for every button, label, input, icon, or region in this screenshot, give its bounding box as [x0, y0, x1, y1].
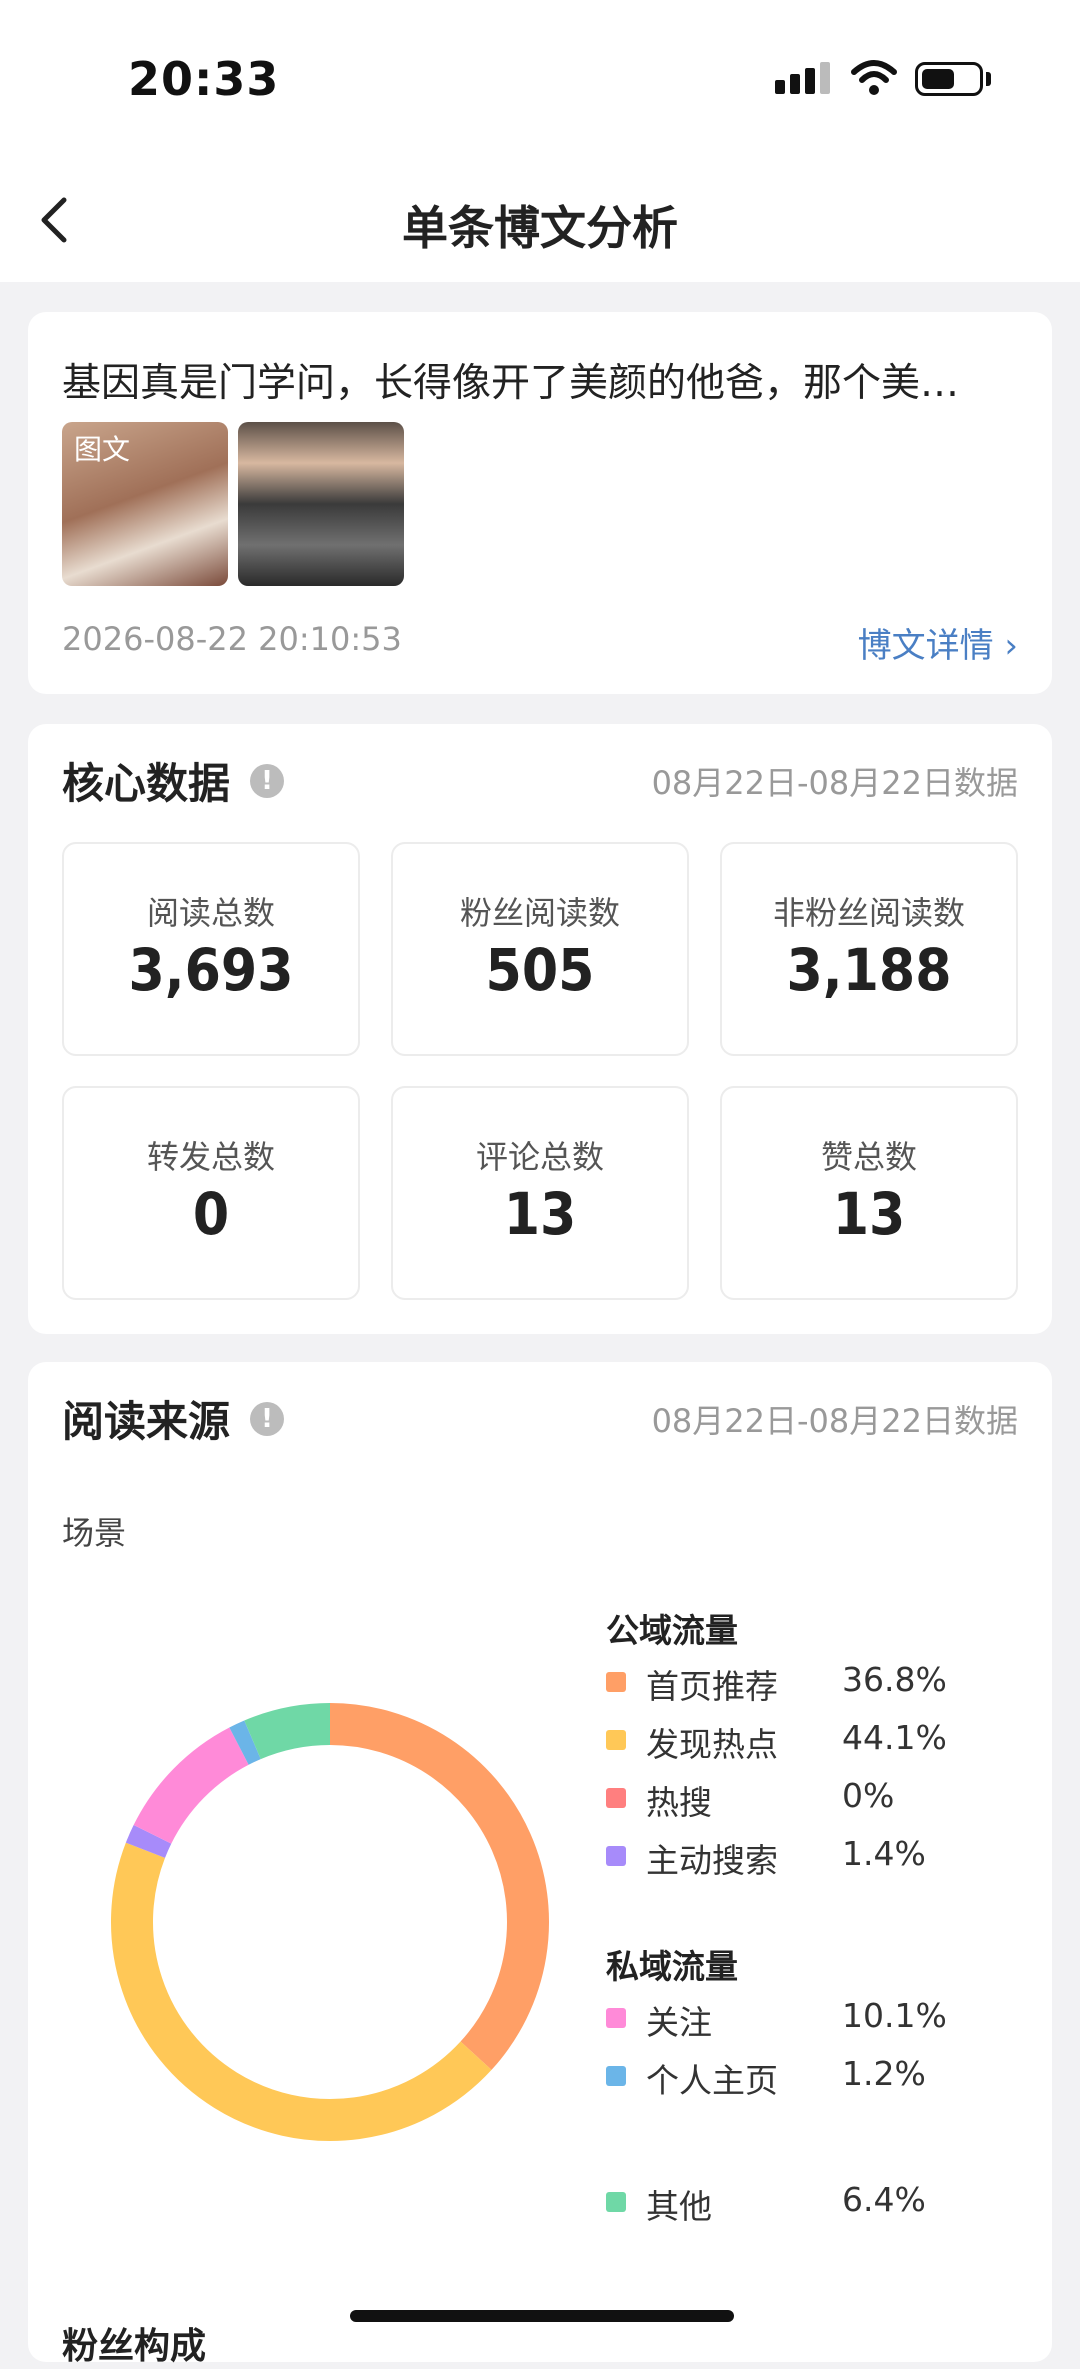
- stat-comments: 评论总数 13: [391, 1086, 689, 1300]
- read-source-range: 08月22日-08月22日数据: [651, 1402, 1018, 1440]
- stat-value: 13: [832, 1180, 906, 1248]
- stat-reposts: 转发总数 0: [62, 1086, 360, 1300]
- nav-bar: 单条博文分析: [0, 160, 1080, 282]
- core-data-card: 核心数据 ! 08月22日-08月22日数据 阅读总数 3,693 粉丝阅读数 …: [28, 724, 1052, 1334]
- post-card[interactable]: 基因真是门学问，长得像开了美颜的他爸，那个美… 图文 2026-08-22 20…: [28, 312, 1052, 694]
- legend-swatch: [606, 2008, 626, 2028]
- legend-group-private: 私域流量: [606, 1947, 738, 1986]
- core-data-range: 08月22日-08月22日数据: [651, 764, 1018, 802]
- status-bar: 20:33: [0, 0, 1080, 160]
- legend-value: 6.4%: [842, 2180, 926, 2219]
- slice-follow: [133, 1727, 250, 1845]
- stat-nonfan-reads: 非粉丝阅读数 3,188: [720, 842, 1018, 1056]
- legend-swatch: [606, 2066, 626, 2086]
- legend-item-homepage: 首页推荐 36.8%: [606, 1660, 1026, 1706]
- post-type-tag: 图文: [74, 433, 131, 466]
- legend-value: 1.2%: [842, 2054, 926, 2093]
- stat-value: 3,693: [128, 936, 294, 1004]
- stat-likes: 赞总数 13: [720, 1086, 1018, 1300]
- read-source-card: 阅读来源 ! 08月22日-08月22日数据 场景 公域流量 私域流量 首页推荐…: [28, 1362, 1052, 2367]
- status-time: 20:33: [128, 52, 280, 106]
- stat-label: 评论总数: [475, 1138, 604, 1176]
- donut-chart: [111, 1703, 549, 2141]
- info-icon[interactable]: !: [250, 1402, 284, 1436]
- cellular-signal-icon: [775, 62, 835, 94]
- legend-name: 发现热点: [646, 1725, 778, 1764]
- legend-item-discover: 发现热点 44.1%: [606, 1718, 1026, 1764]
- legend-name: 热搜: [646, 1783, 712, 1822]
- legend-item-other: 其他 6.4%: [606, 2180, 1026, 2226]
- post-detail-link[interactable]: 博文详情 ›: [858, 618, 1018, 667]
- home-indicator: [350, 2310, 734, 2322]
- post-datetime: 2026-08-22 20:10:53: [62, 620, 402, 658]
- legend-item-hot-search: 热搜 0%: [606, 1776, 1026, 1822]
- legend-value: 44.1%: [842, 1718, 947, 1757]
- slice-discover: [111, 1842, 492, 2141]
- legend-swatch: [606, 1672, 626, 1692]
- stat-total-reads: 阅读总数 3,693: [62, 842, 360, 1056]
- stat-fan-reads: 粉丝阅读数 505: [391, 842, 689, 1056]
- legend-swatch: [606, 1788, 626, 1808]
- legend-item-profile: 个人主页 1.2%: [606, 2054, 1026, 2100]
- legend-value: 36.8%: [842, 1660, 947, 1699]
- stat-value: 0: [192, 1180, 230, 1248]
- wifi-icon: [851, 60, 897, 95]
- slice-profile: [229, 1720, 261, 1765]
- page-title: 单条博文分析: [402, 201, 678, 255]
- legend-value: 10.1%: [842, 1996, 947, 2035]
- legend-name: 个人主页: [646, 2061, 778, 2100]
- battery-tip: [986, 72, 991, 86]
- slice-homepage: [329, 1703, 549, 2070]
- stat-label: 非粉丝阅读数: [772, 894, 965, 932]
- read-source-title: 阅读来源: [62, 1397, 231, 1446]
- battery-icon: [915, 62, 983, 96]
- legend-swatch: [606, 1846, 626, 1866]
- scene-label: 场景: [62, 1514, 127, 1552]
- legend-name: 其他: [646, 2187, 712, 2226]
- legend-item-active-search: 主动搜索 1.4%: [606, 1834, 1026, 1880]
- legend-value: 0%: [842, 1776, 895, 1815]
- legend-name: 关注: [646, 2003, 712, 2042]
- core-data-title: 核心数据: [62, 759, 231, 808]
- post-image-1[interactable]: 图文: [62, 422, 228, 586]
- post-text: 基因真是门学问，长得像开了美颜的他爸，那个美…: [62, 361, 960, 406]
- legend-swatch: [606, 1730, 626, 1750]
- fan-composition-title: 粉丝构成: [62, 2326, 207, 2367]
- legend-swatch: [606, 2192, 626, 2212]
- stat-label: 赞总数: [820, 1138, 917, 1176]
- stat-value: 3,188: [786, 936, 952, 1004]
- slice-other: [244, 1703, 331, 1760]
- legend-name: 主动搜索: [646, 1841, 778, 1880]
- legend-item-follow: 关注 10.1%: [606, 1996, 1026, 2042]
- stat-value: 13: [503, 1180, 577, 1248]
- stat-value: 505: [485, 936, 595, 1004]
- legend-group-public: 公域流量: [606, 1611, 738, 1650]
- slice-active-search: [125, 1825, 172, 1859]
- stat-label: 转发总数: [146, 1138, 275, 1176]
- post-image-2[interactable]: [238, 422, 404, 586]
- stat-label: 阅读总数: [146, 894, 275, 932]
- legend-name: 首页推荐: [646, 1667, 778, 1706]
- info-icon[interactable]: !: [250, 764, 284, 798]
- legend-value: 1.4%: [842, 1834, 926, 1873]
- stat-label: 粉丝阅读数: [459, 894, 620, 932]
